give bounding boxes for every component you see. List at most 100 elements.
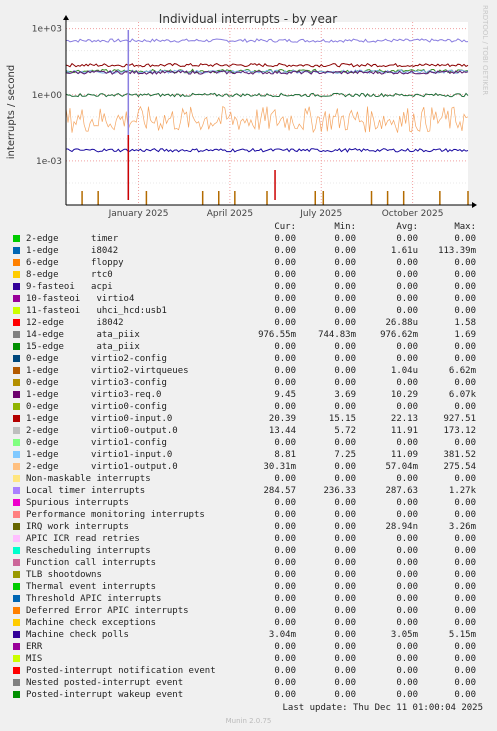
legend-row: Threshold APIC interrupts 0.00 0.00 0.00 0.0…	[0, 593, 497, 605]
legend-label: MIS	[26, 654, 43, 664]
legend-swatch	[13, 355, 20, 362]
legend-row: 2-edge timer 0.00 0.00 0.00 0.00	[0, 233, 497, 245]
rrdtool-watermark: RRDTOOL / TOBI OETIKER	[481, 5, 489, 95]
legend-row: 1-edge virtio1-input.0 8.81 7.25 11.09 381.5…	[0, 449, 497, 461]
legend-max-value: 3.26m	[448, 522, 476, 532]
legend-label: Rescheduling interrupts	[26, 546, 151, 556]
legend-swatch	[13, 535, 20, 542]
legend-swatch	[13, 391, 20, 398]
legend-swatch	[13, 679, 20, 686]
legend-swatch	[13, 475, 20, 482]
legend-row: Local timer interrupts 284.57 236.33 287.63…	[0, 485, 497, 497]
legend-row: Rescheduling interrupts 0.00 0.00 0.00 0.00	[0, 545, 497, 557]
legend-max-value: 0.00	[454, 258, 476, 268]
legend-min-value: 0.00	[334, 570, 356, 580]
legend-row: 1-edge virtio3-req.0 9.45 3.69 10.29 6.07k	[0, 389, 497, 401]
legend-header: Cur: Min: Avg: Max:	[0, 221, 497, 233]
legend-row: IRQ work interrupts 0.00 0.00 28.94n 3.26m	[0, 521, 497, 533]
legend-label: 6-edge floppy	[26, 258, 124, 268]
legend-max-value: 0.00	[454, 402, 476, 412]
legend-max-value: 0.00	[454, 294, 476, 304]
legend-max-value: 0.00	[454, 234, 476, 244]
legend-label: Machine check exceptions	[26, 618, 157, 628]
legend-label: 0-edge virtio1-config	[26, 438, 167, 448]
legend-label: Nested posted-interrupt event	[26, 678, 184, 688]
legend-min-value: 0.00	[334, 306, 356, 316]
legend-label: ERR	[26, 642, 43, 652]
legend-min-value: 0.00	[334, 282, 356, 292]
legend-swatch	[13, 547, 20, 554]
legend-min-value: 0.00	[334, 246, 356, 256]
legend-min-value: 0.00	[334, 618, 356, 628]
legend-max-value: 1.27k	[448, 486, 476, 496]
legend-swatch	[13, 343, 20, 350]
x-tick-label: January 2025	[108, 209, 169, 219]
legend-label: 1-edge virtio1-input.0	[26, 450, 173, 460]
legend-label: 2-edge virtio1-output.0	[26, 462, 178, 472]
legend-row: 12-edge i8042 0.00 0.00 26.88u 1.58	[0, 317, 497, 329]
legend-min-value: 0.00	[334, 558, 356, 568]
legend-max-value: 0.00	[454, 618, 476, 628]
legend-max-value: 0.00	[454, 582, 476, 592]
legend-row: 0-edge virtio1-config 0.00 0.00 0.00 0.00	[0, 437, 497, 449]
legend-max-value: 0.00	[454, 558, 476, 568]
legend-max-value: 5.15m	[448, 630, 476, 640]
legend-row: TLB shootdowns 0.00 0.00 0.00 0.00	[0, 569, 497, 581]
legend-label: 14-edge ata_piix	[26, 330, 140, 340]
legend-swatch	[13, 595, 20, 602]
legend-swatch	[13, 367, 20, 374]
legend-swatch	[13, 439, 20, 446]
legend-label: Threshold APIC interrupts	[26, 594, 162, 604]
legend-swatch	[13, 451, 20, 458]
legend-swatch	[13, 415, 20, 422]
legend-min-value: 0.00	[334, 270, 356, 280]
legend-min-value: 7.25	[334, 450, 356, 460]
legend-label: Deferred Error APIC interrupts	[26, 606, 189, 616]
legend-max-value: 0.00	[454, 282, 476, 292]
legend-max-value: 6.07k	[448, 390, 476, 400]
legend-min-value: 0.00	[334, 654, 356, 664]
legend-min-value: 0.00	[334, 606, 356, 616]
legend-min-value: 0.00	[334, 678, 356, 688]
legend-row: 1-edge virtio2-virtqueues 0.00 0.00 1.04u 6.…	[0, 365, 497, 377]
legend-swatch	[13, 271, 20, 278]
legend-min-value: 0.00	[334, 582, 356, 592]
legend-row: 1-edge virtio0-input.0 20.39 15.15 22.13 927…	[0, 413, 497, 425]
legend-min-value: 0.00	[334, 342, 356, 352]
legend-min-value: 3.69	[334, 390, 356, 400]
x-tick-label: July 2025	[299, 209, 342, 219]
legend-label: 0-edge virtio2-config	[26, 354, 167, 364]
legend-label: Machine check polls	[26, 630, 129, 640]
legend-swatch	[13, 619, 20, 626]
legend-row: 0-edge virtio2-config 0.00 0.00 0.00 0.00	[0, 353, 497, 365]
legend-min-value: 0.00	[334, 474, 356, 484]
legend-swatch	[13, 655, 20, 662]
legend-swatch	[13, 235, 20, 242]
legend-row: ERR 0.00 0.00 0.00 0.00	[0, 641, 497, 653]
legend-row: MIS 0.00 0.00 0.00 0.00	[0, 653, 497, 665]
legend-row: Nested posted-interrupt event 0.00 0.00 0.0…	[0, 677, 497, 689]
legend-swatch	[13, 463, 20, 470]
legend-max-value: 0.00	[454, 546, 476, 556]
legend-min-value: 0.00	[334, 294, 356, 304]
legend-label: 12-edge i8042	[26, 318, 124, 328]
legend-min-value: 0.00	[334, 234, 356, 244]
legend-min-value: 0.00	[334, 462, 356, 472]
chart-title: Individual interrupts - by year	[159, 12, 337, 26]
legend-min-value: 0.00	[334, 366, 356, 376]
legend-label: 15-edge ata_piix	[26, 342, 140, 352]
chart: 1e+03 1e+00 1e-03 January 2025 April 2025 Jul…	[0, 0, 497, 221]
legend-swatch	[13, 379, 20, 386]
legend-label: 1-edge virtio3-req.0	[26, 390, 162, 400]
legend-label: Posted-interrupt wakeup event	[26, 690, 184, 700]
legend-min-value: 15.15	[328, 414, 356, 424]
legend-max-value: 0.00	[454, 474, 476, 484]
legend-max-value: 0.00	[454, 594, 476, 604]
legend-label: APIC ICR read retries	[26, 534, 140, 544]
legend-label: Non-maskable interrupts	[26, 474, 151, 484]
legend-max-value: 0.00	[454, 678, 476, 688]
legend-row: 10-fasteoi virtio4 0.00 0.00 0.00 0.00	[0, 293, 497, 305]
legend-swatch	[13, 247, 20, 254]
legend-min-value: 0.00	[334, 690, 356, 700]
legend-row: 9-fasteoi acpi 0.00 0.00 0.00 0.00	[0, 281, 497, 293]
